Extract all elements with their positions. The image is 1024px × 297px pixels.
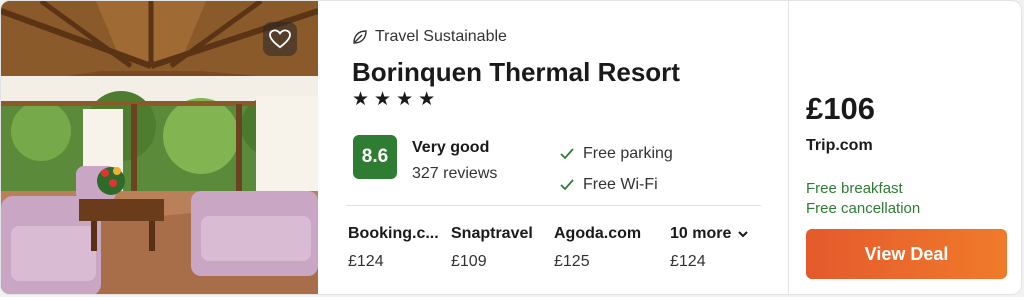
- hotel-info: Travel Sustainable Borinquen Thermal Res…: [318, 1, 788, 294]
- hotel-photo[interactable]: [1, 1, 318, 294]
- provider-price: £124: [348, 253, 384, 270]
- star-icon: ★: [352, 89, 370, 110]
- star-icon: ★: [396, 89, 414, 110]
- hotel-card[interactable]: Travel Sustainable Borinquen Thermal Res…: [0, 0, 1022, 295]
- star-icon: ★: [374, 89, 392, 110]
- amenity-label: Free Wi-Fi: [583, 176, 658, 193]
- more-providers-label: 10 more: [670, 225, 732, 242]
- chevron-down-icon: [738, 231, 749, 238]
- provider-offer[interactable]: Booking.c... £124: [348, 225, 439, 271]
- divider: [346, 205, 761, 206]
- amenity-list: Free parking Free Wi-Fi: [559, 141, 673, 203]
- amenity-item: Free parking: [559, 141, 673, 167]
- deal-perk: Free breakfast: [806, 180, 903, 197]
- provider-price: £109: [451, 253, 487, 270]
- provider-price: £125: [554, 253, 590, 270]
- view-deal-button[interactable]: View Deal: [806, 229, 1007, 279]
- sustainable-label: Travel Sustainable: [375, 28, 507, 45]
- deal-price: £106: [806, 91, 875, 126]
- check-icon: [560, 179, 574, 191]
- amenity-item: Free Wi-Fi: [559, 172, 673, 198]
- deal-site: Trip.com: [806, 137, 873, 154]
- check-icon: [560, 148, 574, 160]
- review-count[interactable]: 327 reviews: [412, 165, 497, 183]
- rating-label: Very good: [412, 139, 490, 156]
- hotel-name[interactable]: Borinquen Thermal Resort: [352, 57, 680, 88]
- amenity-label: Free parking: [583, 145, 673, 162]
- star-icon: ★: [418, 89, 436, 110]
- rating-score: 8.6: [353, 135, 397, 179]
- more-providers[interactable]: 10 more £124: [670, 225, 749, 271]
- heart-icon: [269, 29, 291, 49]
- more-providers-toggle[interactable]: 10 more: [670, 225, 749, 243]
- provider-offer[interactable]: Agoda.com £125: [554, 225, 641, 271]
- travel-sustainable-badge[interactable]: Travel Sustainable: [352, 28, 507, 46]
- star-rating: ★ ★ ★ ★: [352, 90, 435, 110]
- deal-perk: Free cancellation: [806, 200, 921, 217]
- leaf-icon: [353, 30, 367, 44]
- provider-name[interactable]: Snaptravel: [451, 225, 533, 243]
- favorite-button[interactable]: [263, 22, 297, 56]
- provider-price: £124: [670, 253, 706, 270]
- best-deal: £106 Trip.com Free breakfast Free cancel…: [789, 1, 1021, 294]
- provider-offer[interactable]: Snaptravel £109: [451, 225, 533, 271]
- provider-name[interactable]: Booking.c...: [348, 225, 439, 243]
- provider-name[interactable]: Agoda.com: [554, 225, 641, 243]
